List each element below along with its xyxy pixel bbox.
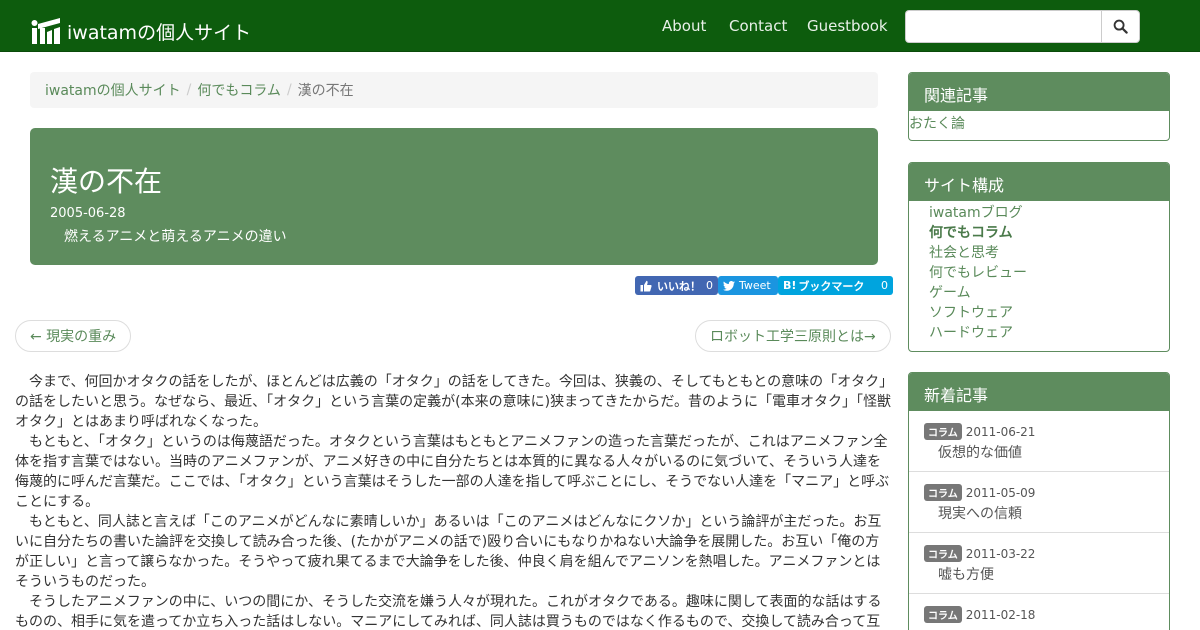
article-paragraph: 今まで、何回かオタクの話をしたが、ほとんどは広義の「オタク」の話をしてきた。今回… [15, 374, 891, 430]
site-structure-heading: サイト構成 [909, 163, 1169, 201]
twitter-bird-icon [723, 280, 735, 291]
search-form [905, 10, 1140, 43]
site-item-column[interactable]: 何でもコラム [929, 223, 1169, 243]
article-paragraph: そうしたアニメファンの中に、いつの間にか、そうした交流を嫌う人々が現れた。これが… [15, 594, 882, 630]
article-paragraph: もともと、同人誌と言えば「このアニメがどんなに素晴しいか」あるいは「このアニメは… [15, 514, 882, 590]
recent-article-date: 2011-06-21 [965, 424, 1036, 439]
page-title: 漢の不在 [50, 165, 163, 198]
related-articles-heading: 関連記事 [909, 73, 1169, 111]
facebook-like-count: 0 [706, 279, 713, 292]
recent-article-item[interactable]: コラム 2011-02-18 [909, 594, 1169, 630]
site-item-blog[interactable]: iwatamブログ [929, 203, 1169, 223]
recent-article-date: 2011-05-09 [965, 485, 1036, 500]
recent-article-date: 2011-02-18 [965, 607, 1036, 622]
breadcrumb-current: 漢の不在 [297, 83, 354, 99]
site-item-review[interactable]: 何でもレビュー [929, 263, 1169, 283]
breadcrumb-separator: / [286, 82, 292, 98]
category-badge: コラム [924, 423, 962, 440]
tweet-label: Tweet [739, 279, 771, 292]
hatena-b-icon: B! [783, 279, 797, 292]
site-structure-panel: サイト構成 iwatamブログ 何でもコラム 社会と思考 何でもレビュー ゲーム… [908, 162, 1170, 352]
nav-guestbook[interactable]: Guestbook [807, 17, 888, 35]
site-item-software[interactable]: ソフトウェア [929, 303, 1169, 323]
article-header: 漢の不在 2005-06-28 燃えるアニメと萌えるアニメの違い [30, 128, 878, 265]
breadcrumb-home[interactable]: iwatamの個人サイト [45, 80, 181, 100]
related-articles-panel: 関連記事 おたく論 [908, 72, 1170, 141]
recent-articles-heading: 新着記事 [909, 373, 1169, 411]
search-icon [1113, 19, 1128, 34]
facebook-like-button[interactable]: いいね！ 0 [635, 276, 718, 295]
previous-article-button[interactable]: ← 現実の重み [15, 320, 132, 352]
recent-article-item[interactable]: コラム 2011-05-09 現実への信頼 [909, 472, 1169, 533]
recent-articles-panel: 新着記事 コラム 2011-06-21 仮想的な価値 コラム 2011-05-0… [908, 372, 1170, 630]
site-item-society[interactable]: 社会と思考 [929, 243, 1169, 263]
thumbs-up-icon [640, 280, 652, 291]
recent-article-title: 仮想的な価値 [938, 445, 1022, 461]
article-body: 今まで、何回かオタクの話をしたが、ほとんどは広義の「オタク」の話をしてきた。今回… [15, 372, 893, 630]
site-item-game[interactable]: ゲーム [929, 283, 1169, 303]
category-badge: コラム [924, 484, 962, 501]
hatena-bookmark-label: ブックマーク [798, 279, 865, 293]
recent-article-date: 2011-03-22 [965, 546, 1036, 561]
tweet-button[interactable]: Tweet [718, 276, 778, 295]
breadcrumb: iwatamの個人サイト / 何でもコラム / 漢の不在 [30, 72, 878, 108]
category-badge: コラム [924, 606, 962, 623]
site-logo-icon [31, 18, 60, 44]
nav-about[interactable]: About [662, 17, 706, 35]
recent-article-title: 嘘も方便 [938, 567, 994, 583]
recent-article-item[interactable]: コラム 2011-03-22 嘘も方便 [909, 533, 1169, 594]
next-article-button[interactable]: ロボット工学三原則とは→ [695, 320, 891, 352]
article-paragraph: もともと、「オタク」というのは侮蔑語だった。オタクという言葉はもともとアニメファ… [15, 434, 890, 510]
site-item-hardware[interactable]: ハードウェア [929, 323, 1169, 343]
hatena-bookmark-count: 0 [881, 279, 888, 292]
navbar: iwatamの個人サイト About Contact Guestbook [0, 0, 1200, 52]
nav-contact[interactable]: Contact [729, 17, 787, 35]
site-structure-list: iwatamブログ 何でもコラム 社会と思考 何でもレビュー ゲーム ソフトウェ… [909, 201, 1169, 343]
brand-link[interactable]: iwatamの個人サイト [30, 14, 251, 46]
article-date: 2005-06-28 [50, 206, 126, 221]
hatena-bookmark-button[interactable]: B! ブックマーク 0 [778, 276, 893, 295]
recent-article-item[interactable]: コラム 2011-06-21 仮想的な価値 [909, 411, 1169, 472]
breadcrumb-category[interactable]: 何でもコラム [197, 80, 281, 100]
brand-title: iwatamの個人サイト [67, 21, 252, 44]
search-button[interactable] [1101, 10, 1140, 43]
related-article-link[interactable]: おたく論 [909, 111, 1169, 133]
facebook-like-label: いいね！ [657, 279, 701, 293]
search-input[interactable] [905, 10, 1101, 43]
category-badge: コラム [924, 545, 962, 562]
recent-article-title: 現実への信頼 [938, 506, 1022, 522]
breadcrumb-separator: / [186, 82, 192, 98]
article-subtitle: 燃えるアニメと萌えるアニメの違い [64, 229, 287, 245]
